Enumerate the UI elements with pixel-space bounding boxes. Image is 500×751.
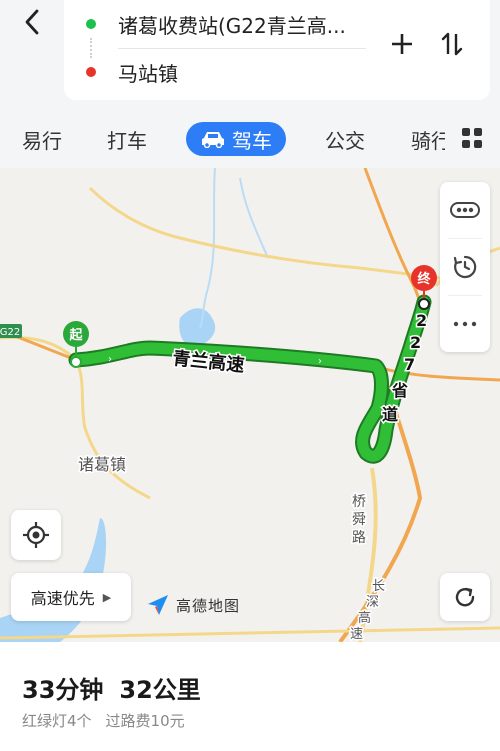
more-options-button[interactable]: [440, 296, 490, 352]
grid-icon: [462, 128, 482, 148]
chevron-left-icon: [25, 9, 39, 35]
route-summary-details: 红绿灯4个 过路费10元: [22, 710, 185, 731]
route-chevron-2: ›: [318, 356, 322, 367]
road-label-changshen-char: 深: [366, 595, 379, 610]
town-label: 诸葛镇: [78, 455, 126, 474]
road-orange-1: [363, 168, 426, 319]
add-waypoint-button[interactable]: [386, 28, 418, 60]
plus-icon: [392, 34, 412, 54]
tab-bus[interactable]: 公交: [325, 122, 365, 156]
lake-area: [179, 308, 216, 348]
more-modes-button[interactable]: [458, 124, 486, 152]
amap-logo-text: 高德地图: [176, 596, 241, 615]
road-label-qiaoshun-char: 桥: [352, 494, 366, 510]
locate-icon: [23, 522, 49, 548]
refresh-button[interactable]: [440, 573, 490, 621]
transport-tabs: 易行 打车 驾车 公交 骑行: [0, 110, 500, 168]
start-point-dot: [70, 356, 82, 368]
highway-preference-label: 高速优先: [30, 589, 95, 608]
road-label-provincial-char: 道: [382, 405, 398, 424]
field-divider: [118, 48, 366, 49]
refresh-icon: [455, 587, 475, 607]
map-controls-panel: [440, 182, 490, 352]
clock-icon: [453, 255, 477, 279]
route-summary-main: 33分钟 32公里: [22, 670, 201, 705]
map-canvas: › › G22 青兰高速 诸葛镇 2 2 7 省 道 桥 舜 路 长 深 高 速…: [0, 168, 500, 642]
road-label-qiaoshun-char: 舜: [352, 512, 366, 528]
swap-route-button[interactable]: [436, 28, 468, 60]
tab-yixing[interactable]: 易行: [22, 122, 62, 156]
end-marker-text: 终: [417, 271, 431, 287]
back-button[interactable]: [14, 6, 50, 38]
traffic-light-count: 红绿灯4个: [22, 712, 92, 730]
route-chevron-1: ›: [108, 354, 112, 365]
highway-preference-button[interactable]: 高速优先 ▶: [11, 573, 131, 621]
road-label-provincial: 2 2 7 省 道: [382, 311, 433, 424]
locate-button[interactable]: [11, 510, 61, 560]
stream-line: [239, 177, 269, 259]
road-yellow-1: [88, 186, 441, 280]
road-label-provincial-char: 2: [416, 311, 427, 330]
route-header: 诸葛收费站(G22青兰高... 马站镇: [0, 0, 500, 110]
triangle-right-icon: ▶: [102, 590, 112, 604]
traffic-icon: [450, 202, 480, 218]
route-duration: 33分钟: [22, 676, 104, 704]
car-icon: [202, 132, 224, 148]
end-location-text: 马站镇: [118, 61, 178, 86]
route-outline: [68, 294, 432, 464]
start-location-field[interactable]: 诸葛收费站(G22青兰高...: [86, 4, 346, 44]
history-button[interactable]: [440, 239, 490, 295]
start-location-text: 诸葛收费站(G22青兰高...: [118, 13, 346, 38]
end-point-dot: [418, 298, 430, 310]
tab-drive-label: 驾车: [232, 128, 272, 153]
highway-badge-text: G22: [0, 327, 20, 338]
end-dot-icon: [86, 67, 96, 77]
amap-logo: 高德地图: [146, 592, 240, 618]
route-distance: 32公里: [119, 676, 201, 704]
tab-overflow-clip: 骑行: [405, 110, 445, 168]
route-map[interactable]: › › G22 青兰高速 诸葛镇 2 2 7 省 道 桥 舜 路 长 深 高 速…: [0, 168, 500, 642]
address-card: 诸葛收费站(G22青兰高... 马站镇: [64, 0, 490, 100]
tab-drive[interactable]: 驾车: [186, 122, 286, 156]
road-label-changshen-char: 高: [358, 610, 371, 626]
amap-logo-icon: [148, 595, 168, 615]
tab-taxi[interactable]: 打车: [107, 122, 147, 156]
tab-ride[interactable]: 骑行: [411, 122, 445, 156]
start-dot-icon: [86, 19, 96, 29]
end-location-field[interactable]: 马站镇: [86, 52, 178, 92]
road-label-qiaoshun: 桥 舜 路: [352, 494, 370, 546]
road-label-provincial-char: 7: [404, 355, 415, 374]
road-label-provincial-char: 省: [391, 381, 408, 400]
road-yellow-bottom: [0, 626, 500, 640]
route-summary[interactable]: 33分钟 32公里 红绿灯4个 过路费10元: [0, 642, 500, 751]
traffic-button[interactable]: [440, 182, 490, 238]
toll-fee: 过路费10元: [105, 712, 185, 730]
more-dots-icon: [453, 321, 477, 327]
road-label-changshen-char: 速: [350, 627, 363, 642]
river-line: [199, 168, 216, 329]
road-label-qiaoshun-char: 路: [352, 530, 366, 546]
start-marker-text: 起: [68, 327, 83, 343]
road-label-changshen-char: 长: [372, 579, 385, 594]
road-label-provincial-char: 2: [410, 333, 421, 352]
swap-icon: [441, 32, 463, 56]
